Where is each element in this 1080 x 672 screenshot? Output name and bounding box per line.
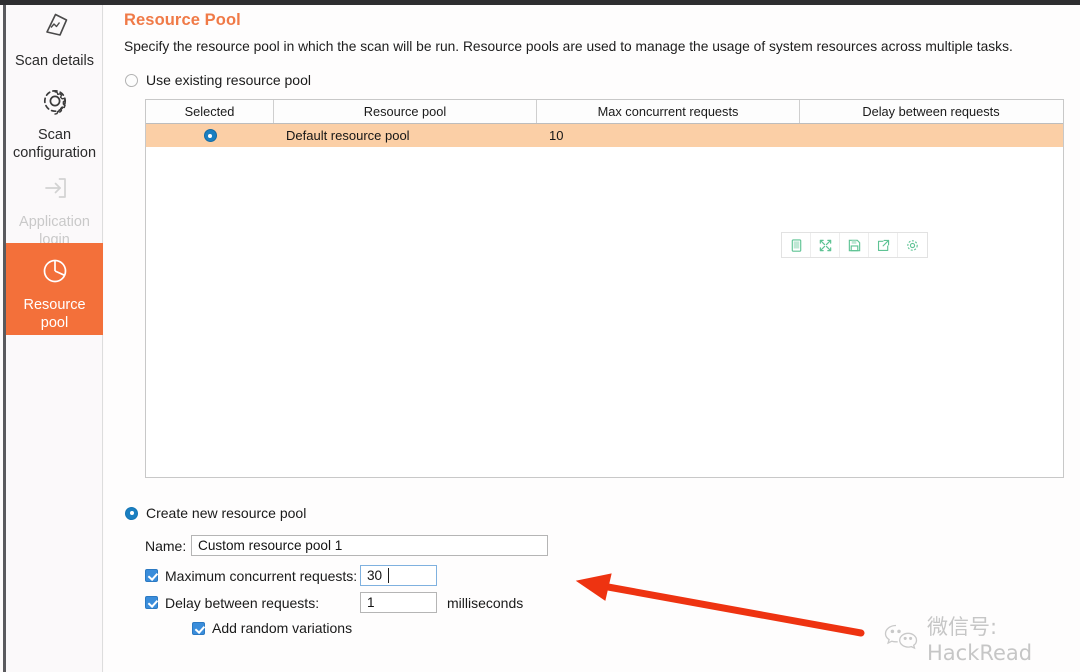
table-toolbar (781, 232, 928, 258)
column-header-delay-between-requests[interactable]: Delay between requests (800, 100, 1062, 123)
radio-label: Create new resource pool (146, 505, 307, 521)
radio-create-new-pool[interactable]: Create new resource pool (125, 505, 306, 521)
delay-label: Delay between requests: (165, 594, 320, 611)
radio-button-checked-icon[interactable] (203, 129, 217, 142)
login-arrow-icon (35, 168, 75, 208)
sidebar-item-label: Scan configuration (12, 127, 97, 161)
expand-icon[interactable] (811, 233, 840, 257)
settings-gear-icon[interactable] (898, 233, 927, 257)
delay-units-label: milliseconds (447, 594, 524, 611)
delay-input[interactable] (360, 592, 437, 613)
radio-label: Use existing resource pool (146, 72, 311, 88)
sidebar-item-scan-details[interactable]: Scan details (6, 7, 103, 70)
checkbox-delay-between-requests[interactable] (145, 596, 158, 609)
cell-resource-pool: Default resource pool (286, 128, 410, 143)
annotation-arrow (575, 573, 865, 637)
max-concurrent-input[interactable] (360, 565, 437, 586)
cell-max-concurrent-requests: 10 (549, 128, 564, 143)
page-title: Resource Pool (124, 11, 241, 29)
watermark-text: 微信号: HackRead (927, 615, 1033, 665)
export-icon[interactable] (869, 233, 898, 257)
watermark: 微信号: HackRead (884, 611, 1080, 665)
name-input[interactable] (191, 535, 548, 556)
checkbox-add-random-variations[interactable] (192, 621, 205, 635)
sidebar: Scan details Scan configuration Applicat… (6, 5, 103, 672)
add-random-variations-label: Add random variations (212, 620, 353, 636)
table-header-row: Selected Resource pool Max concurrent re… (146, 100, 1063, 124)
gear-icon (35, 81, 75, 121)
max-concurrent-row: Maximum concurrent requests: (145, 565, 437, 586)
sidebar-item-resource-pool[interactable]: Resource pool (6, 243, 103, 335)
app-root: Scan details Scan configuration Applicat… (0, 0, 1080, 672)
radio-button-checked-icon[interactable] (125, 506, 138, 520)
text-caret (388, 568, 389, 583)
max-concurrent-label: Maximum concurrent requests: (165, 567, 358, 584)
cell-delay-between-requests (800, 124, 1062, 147)
cell-selected[interactable] (146, 124, 274, 147)
sidebar-item-application-login[interactable]: Application login (6, 168, 103, 249)
add-random-variations-row[interactable]: Add random variations (192, 620, 352, 636)
column-header-resource-pool[interactable]: Resource pool (274, 100, 537, 123)
max-concurrent-input-wrap (360, 565, 437, 586)
save-icon[interactable] (840, 233, 869, 257)
name-row: Name: (145, 535, 548, 556)
sidebar-item-scan-configuration[interactable]: Scan configuration (6, 81, 103, 162)
scan-details-icon (35, 7, 75, 47)
column-header-max-concurrent-requests[interactable]: Max concurrent requests (537, 100, 800, 123)
column-header-selected[interactable]: Selected (146, 100, 274, 123)
resource-pool-table: Selected Resource pool Max concurrent re… (145, 99, 1064, 478)
wechat-icon (884, 622, 918, 655)
sidebar-item-label: Scan details (15, 53, 94, 69)
delay-between-requests-row: Delay between requests: milliseconds (145, 592, 523, 613)
pie-chart-icon (35, 251, 75, 291)
device-icon[interactable] (782, 233, 811, 257)
page-description: Specify the resource pool in which the s… (124, 39, 1013, 54)
sidebar-item-label: Resource pool (23, 297, 86, 331)
table-row[interactable]: Default resource pool 10 (146, 124, 1063, 147)
radio-use-existing-pool[interactable]: Use existing resource pool (125, 72, 311, 88)
main-content: Resource Pool Specify the resource pool … (104, 5, 1080, 672)
name-label: Name: (145, 537, 187, 554)
radio-button-unchecked-icon[interactable] (125, 73, 138, 87)
checkbox-max-concurrent-requests[interactable] (145, 569, 158, 582)
